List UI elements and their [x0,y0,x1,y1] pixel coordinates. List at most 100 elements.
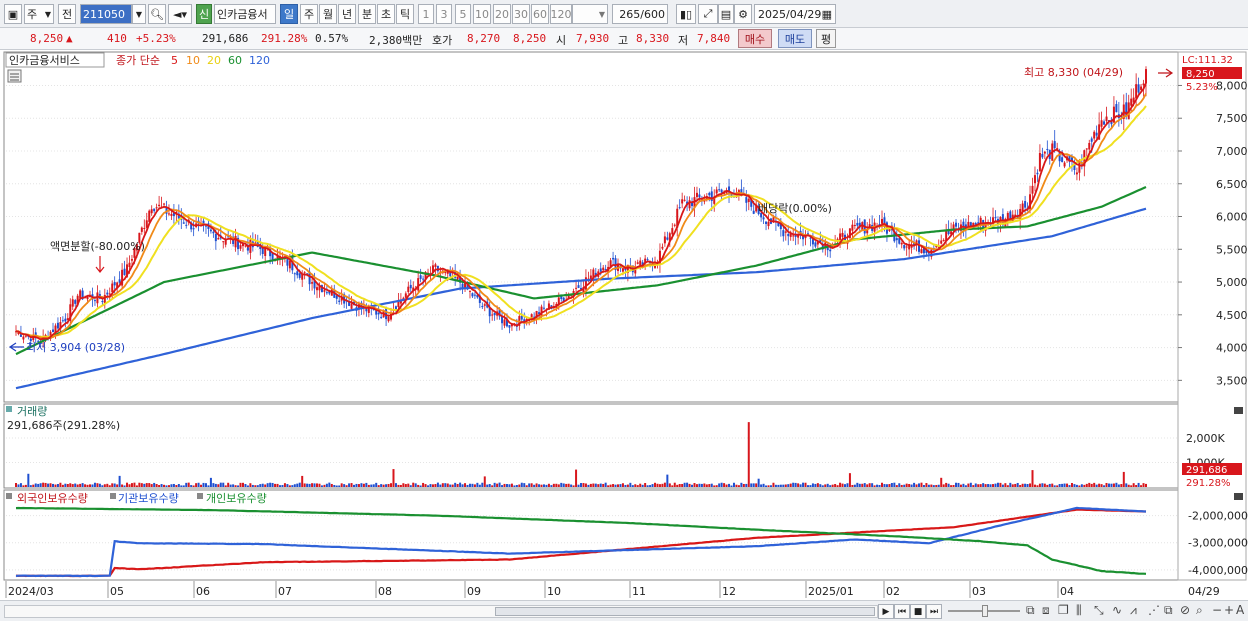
volume-bar [1112,483,1115,487]
high-price: 8,330 [636,32,670,45]
volume-bar [732,482,735,487]
prev-button[interactable]: 전 [58,4,76,24]
volume-bar [718,483,721,487]
interval-dropdown[interactable]: ▼ [572,4,608,24]
volume-bar [222,482,225,487]
interval-10[interactable]: 10 [473,4,491,24]
scroll-last-icon[interactable]: ⏭ [926,604,942,619]
volume-bar [493,482,496,487]
duplicate-icon[interactable]: ⧉ [1164,603,1173,618]
volume-bar [565,483,568,487]
volume-bar [52,483,55,487]
volume-bar [172,483,175,487]
tab-period-day[interactable]: 일 [280,4,298,24]
x-axis-label: 06 [196,585,210,598]
volume-bar [688,483,691,487]
candle-body [24,335,27,337]
volume-pct: 291.28% [261,32,308,45]
volume-bar [839,482,842,487]
credit-badge[interactable]: 신 [196,4,212,24]
holdings-panel-close-icon[interactable] [1234,493,1243,500]
search-icon[interactable]: ⌕ [1196,603,1203,618]
volume-bar [915,484,918,487]
candle-body [481,306,484,308]
volume-bar [422,482,425,487]
stock-code-input[interactable]: 211050 [80,4,132,24]
candle-body [217,238,220,240]
foreign-legend-marker [6,493,12,499]
volume-bar [952,484,955,487]
wave-icon[interactable]: ∿ [1112,603,1122,617]
layout-icon[interactable]: ⧉ [1026,603,1035,618]
interval-60[interactable]: 60 [531,4,549,24]
scroll-track[interactable] [4,605,878,618]
volume-bar [735,484,738,487]
stop-icon[interactable]: ■ [910,604,926,619]
scroll-first-icon[interactable]: ⏮ [894,604,910,619]
zoom-slider-handle[interactable] [982,605,988,617]
zoom-in-icon[interactable]: + [1224,603,1234,617]
tab-period-tick[interactable]: 틱 [396,4,414,24]
search-icon[interactable]: 🔍︎ [148,4,166,24]
indicator-icon[interactable]: ⫼ [1076,603,1082,618]
window-menu-icon[interactable]: ▣ [4,4,22,24]
volume-bar [93,482,96,487]
volume-bar [821,485,824,487]
interval-5[interactable]: 5 [455,4,471,24]
tab-period-month[interactable]: 월 [319,4,337,24]
draw-tool-icon[interactable]: ⤢ [698,4,718,24]
candle-body [130,259,133,261]
zoom-out-icon[interactable]: − [1212,603,1222,617]
volume-bar [195,483,198,487]
volume-bar [644,482,647,487]
trend-icon[interactable]: ⤡ [1094,603,1104,618]
tab-period-minute[interactable]: 분 [358,4,376,24]
interval-120[interactable]: 120 [550,4,572,24]
date-picker[interactable]: 2025/04/29 ▦ [754,4,836,24]
gear-icon[interactable]: ⚙ [734,4,752,24]
sell-button[interactable]: 매도 [778,29,812,48]
chart-scrollbar[interactable]: ▶ ⏮ ■ ⏭ ⧉ ⧈ ❐ ⫼ ⤡ ∿ ⩘ ⋰ ⧉ ⊘ ⌕ − + A [0,600,1248,621]
candle-body [293,273,296,275]
volume-bar [752,483,755,487]
volume-bar [1056,485,1059,487]
interval-30[interactable]: 30 [512,4,530,24]
tab-period-year[interactable]: 년 [338,4,356,24]
volume-bar [824,484,827,487]
code-dropdown-icon[interactable]: ▼ [132,4,146,24]
average-button[interactable]: 평 [816,29,836,48]
candle-body [158,204,161,207]
font-size-icon[interactable]: A [1236,603,1244,617]
volume-bar [98,483,101,487]
volume-bar [185,482,188,487]
tab-period-week[interactable]: 주 [300,4,318,24]
chart-area[interactable]: 8,000 7,500 7,000 6,500 6,000 5,500 5,000 4,500… [0,50,1248,600]
scroll-thumb[interactable] [495,607,875,616]
volume-bar [797,483,800,487]
chart-type-icon[interactable]: ▮▯ [676,4,696,24]
scroll-right-icon[interactable]: ▶ [878,604,894,619]
volume-bar [836,485,839,487]
tab-period-second[interactable]: 초 [377,4,395,24]
reset-icon[interactable]: ⊘ [1180,603,1190,617]
volume-bar [1001,484,1004,487]
interval-3[interactable]: 3 [436,4,452,24]
buy-button[interactable]: 매수 [738,29,772,48]
volume-bar [355,483,358,487]
save-icon[interactable]: ▤ [718,4,734,24]
candle-body [708,192,711,196]
period-type-select[interactable]: 주 ▼ [24,4,54,24]
volume-bar [528,483,531,487]
count-field[interactable]: 265/600 [612,4,668,24]
interval-1[interactable]: 1 [418,4,434,24]
copy-icon[interactable]: ❐ [1058,603,1069,617]
candle-body [955,222,958,227]
volume-panel-close-icon[interactable] [1234,407,1243,414]
interval-20[interactable]: 20 [493,4,511,24]
pattern-icon[interactable]: ⩘ [1130,603,1137,618]
zigzag-icon[interactable]: ⋰ [1148,603,1160,617]
compare-icon[interactable]: ⧈ [1042,603,1050,618]
ma120-legend: 120 [249,54,270,67]
volume-bar [550,485,553,487]
speaker-icon[interactable]: ◄▾ [168,4,192,24]
